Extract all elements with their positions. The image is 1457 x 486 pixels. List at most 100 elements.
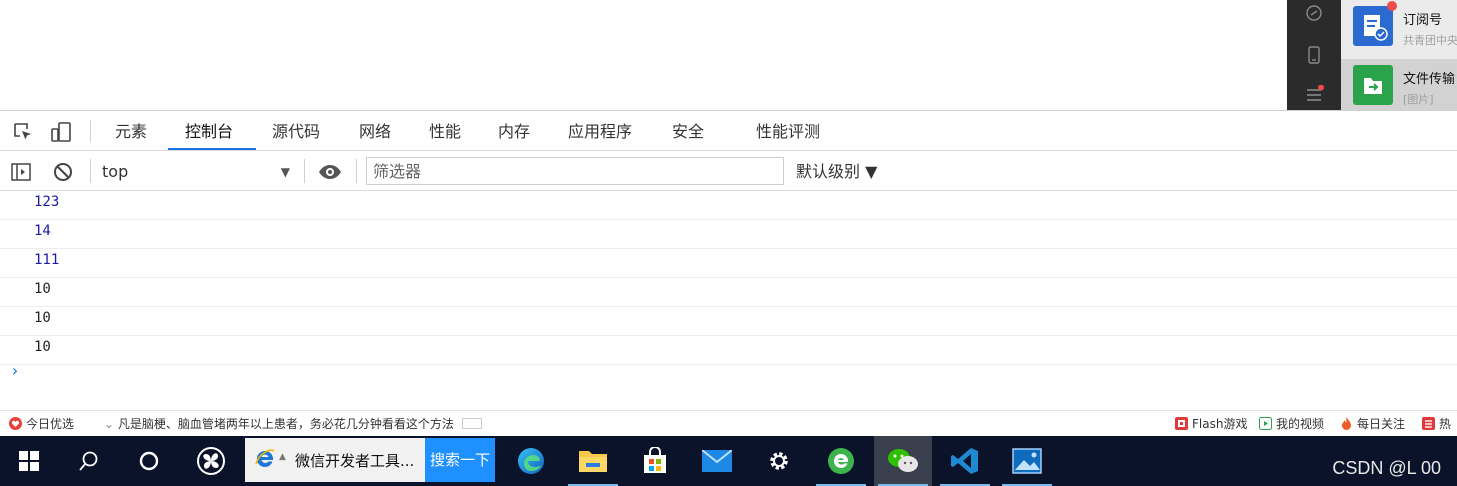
pinned-app-button[interactable]: [182, 436, 240, 486]
search-icon: [79, 451, 98, 471]
csdn-watermark: CSDN @L 00: [1332, 458, 1441, 478]
today-picks-label: 今日优选: [26, 417, 75, 431]
pinwheel-app-icon: [197, 447, 225, 475]
gear-icon: [770, 452, 788, 470]
notification-subtitle: [图片]: [1403, 93, 1434, 106]
search-button[interactable]: [60, 436, 118, 486]
photos-icon: [1012, 448, 1042, 474]
heart-icon: [9, 417, 22, 430]
daily-follow-label: 每日关注: [1357, 417, 1406, 431]
hot-list-icon: [1422, 417, 1435, 430]
divider: [304, 159, 305, 183]
menu-icon[interactable]: [1304, 85, 1324, 105]
windows-taskbar: ▲ 微信开发者工具... 搜索一下 CSDN @L 00: [0, 436, 1457, 486]
tab-performance[interactable]: 性能: [429, 111, 461, 151]
sidebar-toggle-icon[interactable]: [10, 161, 32, 183]
filter-input[interactable]: [366, 157, 784, 185]
console-prompt[interactable]: ›: [10, 361, 20, 380]
file-explorer-button[interactable]: [564, 436, 622, 486]
browser-e-icon: [828, 448, 854, 474]
daily-follow-link[interactable]: 每日关注: [1340, 416, 1405, 432]
subscription-icon: [1353, 1, 1397, 46]
start-button[interactable]: [0, 436, 58, 486]
tab-elements[interactable]: 元素: [115, 111, 147, 151]
devtools-panel: 元素 控制台 源代码 网络 性能 内存 应用程序 安全 性能评测 top ▼ 默…: [0, 110, 1457, 410]
console-log-line: 10: [0, 307, 1457, 336]
mail-button[interactable]: [688, 436, 746, 486]
notification-list: 订阅号 共青团中央 文件传输 [图片]: [1341, 0, 1457, 123]
news-text: 凡是脑梗、脑血管堵两年以上患者，务必花几分钟看看这个方法: [117, 417, 454, 431]
baidu-search-button[interactable]: 搜索一下: [425, 438, 495, 482]
store-button[interactable]: [626, 436, 684, 486]
notification-title: 订阅号: [1403, 13, 1443, 28]
link-icon[interactable]: [1304, 3, 1324, 23]
settings-button[interactable]: [750, 436, 808, 486]
clear-console-icon[interactable]: [52, 161, 74, 183]
hot-label: 热: [1439, 417, 1452, 431]
tab-console[interactable]: 控制台: [185, 111, 233, 151]
tab-network[interactable]: 网络: [359, 111, 391, 151]
devtools-tabbar: 元素 控制台 源代码 网络 性能 内存 应用程序 安全 性能评测: [0, 111, 1457, 151]
folder-icon: [579, 451, 607, 472]
browser-statusbar: 今日优选 ⌄ 凡是脑梗、脑血管堵两年以上患者，务必花几分钟看看这个方法 Flas…: [0, 410, 1457, 436]
browser-360-button[interactable]: [812, 436, 870, 486]
tab-security[interactable]: 安全: [672, 111, 704, 151]
divider: [90, 159, 91, 183]
vscode-button[interactable]: [936, 436, 994, 486]
wechat-button[interactable]: [874, 436, 932, 486]
flash-games-label: Flash游戏: [1192, 417, 1248, 431]
my-videos-link[interactable]: 我的视频: [1259, 416, 1324, 432]
context-selector[interactable]: top ▼: [102, 159, 294, 185]
cortana-button[interactable]: [120, 436, 178, 486]
my-videos-label: 我的视频: [1276, 417, 1325, 431]
windows-logo-icon: [19, 451, 39, 471]
flash-games-link[interactable]: Flash游戏: [1175, 416, 1247, 432]
cortana-circle-icon: [139, 451, 159, 471]
context-selector-value: top: [102, 162, 129, 181]
tab-sources[interactable]: 源代码: [272, 111, 320, 151]
wechat-notification-panel: 订阅号 共青团中央 文件传输 [图片]: [1287, 0, 1457, 123]
window-title: 微信开发者工具...: [295, 452, 415, 470]
store-bag-icon: [644, 447, 666, 473]
console-log-line: 123: [0, 191, 1457, 220]
tab-application[interactable]: 应用程序: [568, 111, 632, 151]
ie-window-button[interactable]: ▲ 微信开发者工具...: [245, 438, 425, 482]
notification-item[interactable]: 订阅号 共青团中央: [1341, 0, 1457, 59]
console-log-line: 111: [0, 249, 1457, 278]
divider: [356, 159, 357, 183]
ad-badge-icon: [461, 418, 482, 429]
chevron-down-icon: ▼: [280, 165, 290, 179]
notification-title: 文件传输: [1403, 72, 1456, 87]
news-link[interactable]: ⌄ 凡是脑梗、脑血管堵两年以上患者，务必花几分钟看看这个方法: [104, 416, 482, 432]
live-expression-eye-icon[interactable]: [318, 161, 342, 183]
console-log-line: 10: [0, 278, 1457, 307]
tab-memory[interactable]: 内存: [498, 111, 530, 151]
file-transfer-icon: [1353, 65, 1393, 105]
flash-games-icon: [1175, 417, 1188, 430]
inspect-element-icon[interactable]: [12, 121, 34, 143]
browser-page-area: [0, 0, 1457, 110]
edge-button[interactable]: [502, 436, 560, 486]
active-tab-indicator: [168, 148, 256, 150]
console-toolbar: top ▼ 默认级别 ▼: [0, 151, 1457, 191]
log-level-selector[interactable]: 默认级别 ▼: [796, 159, 877, 185]
chevron-icon: ⌄: [104, 417, 115, 431]
console-log-line: 14: [0, 220, 1457, 249]
console-log-line: 10: [0, 336, 1457, 365]
today-picks-link[interactable]: 今日优选: [9, 416, 74, 432]
console-output: 123 14 111 10 10 10 ›: [0, 191, 1457, 411]
notification-rail: [1287, 0, 1341, 123]
ie-icon: [255, 449, 275, 467]
hot-link[interactable]: 热: [1422, 416, 1451, 432]
phone-icon[interactable]: [1304, 45, 1324, 65]
edge-icon: [518, 448, 544, 474]
photos-button[interactable]: [998, 436, 1056, 486]
wechat-icon: [888, 449, 918, 472]
caret-up-icon: ▲: [279, 452, 286, 462]
flame-icon: [1342, 417, 1351, 430]
video-icon: [1259, 417, 1272, 430]
notification-subtitle: 共青团中央: [1403, 34, 1457, 47]
device-toolbar-icon[interactable]: [50, 121, 72, 143]
divider: [90, 120, 91, 142]
tab-lighthouse[interactable]: 性能评测: [756, 111, 820, 151]
